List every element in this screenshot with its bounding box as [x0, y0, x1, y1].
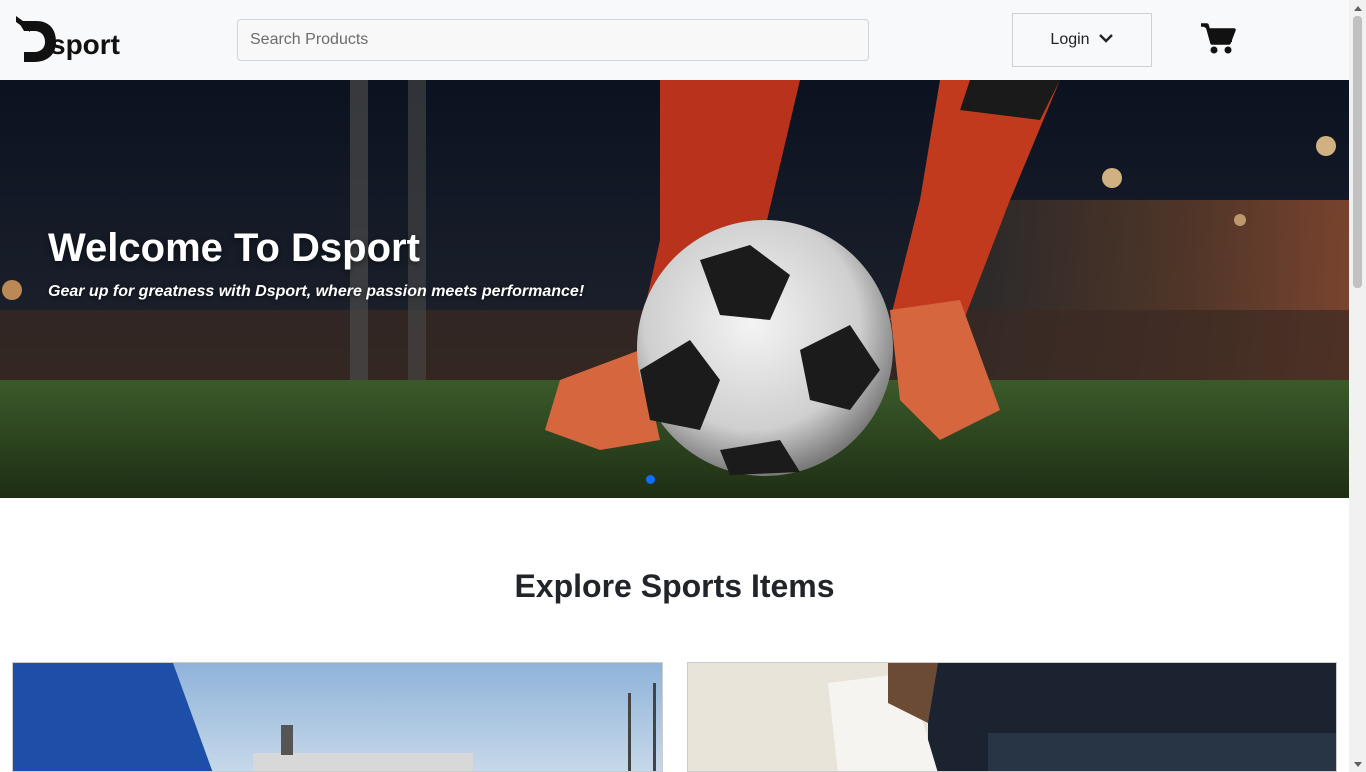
hero-subtitle: Gear up for greatness with Dsport, where…: [48, 283, 585, 300]
scroll-up-arrow-icon[interactable]: [1349, 0, 1366, 16]
header: sport Login: [0, 0, 1349, 80]
carousel-indicator-1[interactable]: [646, 475, 655, 484]
search-input[interactable]: [237, 19, 869, 61]
hero-carousel: Welcome To Dsport Gear up for greatness …: [0, 80, 1349, 498]
category-card-1[interactable]: [12, 662, 663, 772]
page: sport Login: [0, 0, 1349, 772]
scrollbar-thumb[interactable]: [1353, 16, 1362, 288]
svg-text:sport: sport: [50, 29, 120, 60]
vertical-scrollbar[interactable]: [1349, 0, 1366, 772]
brand-logo[interactable]: sport: [16, 16, 140, 64]
login-label: Login: [1050, 31, 1090, 48]
chevron-down-icon: [1098, 31, 1114, 49]
category-image-1: [13, 663, 662, 771]
category-image-2: [688, 663, 1336, 771]
hero-title: Welcome To Dsport: [48, 226, 420, 270]
section-title: Explore Sports Items: [514, 568, 835, 604]
category-card-2[interactable]: [687, 662, 1337, 772]
login-dropdown-button[interactable]: Login: [1012, 13, 1152, 67]
scroll-down-arrow-icon[interactable]: [1349, 756, 1366, 772]
cart-icon[interactable]: [1200, 22, 1236, 56]
